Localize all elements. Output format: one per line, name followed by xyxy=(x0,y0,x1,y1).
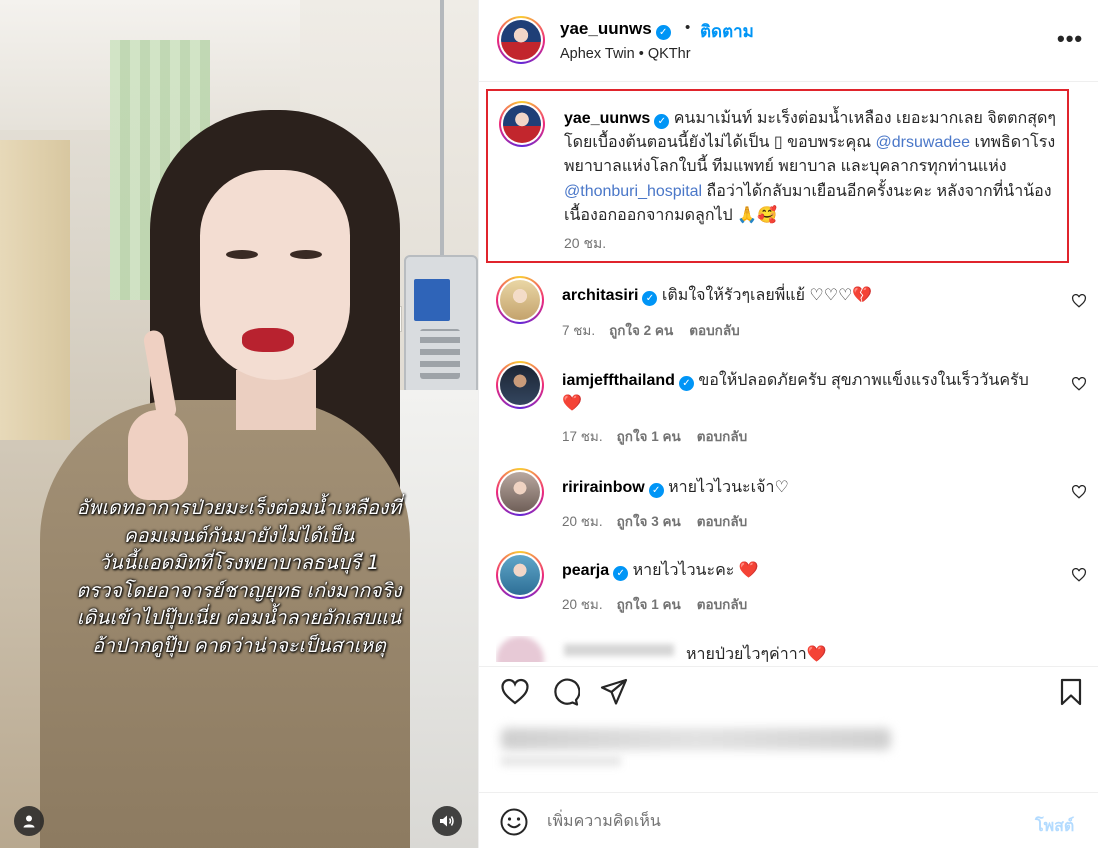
tagged-users-button[interactable] xyxy=(14,806,44,836)
likes-summary-blurred xyxy=(501,728,891,750)
emoji-icon[interactable] xyxy=(499,807,529,837)
author-username[interactable]: yae_uunws ✓ xyxy=(560,19,671,40)
verified-icon: ✓ xyxy=(642,291,658,306)
pump-screen xyxy=(414,279,450,321)
reply-button[interactable]: ตอบกลับ xyxy=(697,429,747,444)
comment-likes[interactable]: ถูกใจ 3 คน xyxy=(617,514,681,529)
comment-username[interactable]: ririrainbow xyxy=(562,479,645,496)
avatar[interactable] xyxy=(496,468,544,516)
heart-icon[interactable] xyxy=(1071,294,1087,308)
bookmark-icon[interactable] xyxy=(1056,677,1086,707)
person-lips xyxy=(242,328,294,352)
action-bar xyxy=(479,666,1098,718)
avatar[interactable] xyxy=(499,101,545,147)
heart-icon[interactable] xyxy=(1071,377,1087,391)
heart-icon[interactable] xyxy=(1071,568,1087,582)
heart-icon[interactable] xyxy=(500,677,530,707)
iv-pole xyxy=(440,0,444,260)
separator-dot: • xyxy=(685,19,691,36)
comment-text: architasiri ✓ เติมใจให้รัวๆเลยพี่แย้ ♡♡♡💔 xyxy=(562,287,873,306)
avatar[interactable] xyxy=(496,551,544,599)
verified-icon: ✓ xyxy=(678,376,694,391)
avatar xyxy=(496,636,544,662)
person-eye xyxy=(290,250,322,259)
comment-time[interactable]: 20 ชม. xyxy=(562,597,603,612)
follow-button[interactable]: ติดตาม xyxy=(700,18,754,45)
avatar[interactable] xyxy=(496,276,544,324)
comment-item-partial: หายป่วยไวๆค่าาา❤️ xyxy=(496,636,1076,662)
post-media[interactable]: อัพเดทอาการป่วยมะเร็งต่อมน้ำเหลืองที่ คอ… xyxy=(0,0,478,848)
post-details-panel: yae_uunws ✓ • ติดตาม Aphex Twin • QKThr •… xyxy=(478,0,1098,848)
person-eye xyxy=(226,250,258,259)
comment-meta: 17 ชม. ถูกใจ 1 คน ตอบกลับ xyxy=(562,425,763,447)
verified-icon: ✓ xyxy=(613,566,629,581)
comment-likes[interactable]: ถูกใจ 1 คน xyxy=(617,429,681,444)
caption-text: yae_uunws ✓ คนมาเม้นท์ มะเร็งต่อมน้ำเหลือ… xyxy=(564,110,1056,224)
comment-meta: 7 ชม. ถูกใจ 2 คน ตอบกลับ xyxy=(562,319,756,341)
comment-meta: 20 ชม. ถูกใจ 1 คน ตอบกลับ xyxy=(562,593,763,615)
mention-link[interactable]: @thonburi_hospital xyxy=(564,183,702,200)
comment-time[interactable]: 17 ชม. xyxy=(562,429,603,444)
post-header: yae_uunws ✓ • ติดตาม Aphex Twin • QKThr •… xyxy=(479,0,1098,82)
caption-username[interactable]: yae_uunws xyxy=(564,110,650,127)
verified-icon: ✓ xyxy=(654,114,670,129)
comment-text: ririrainbow ✓ หายไวไวนะเจ้า♡ xyxy=(562,479,789,498)
video-caption: อัพเดทอาการป่วยมะเร็งต่อมน้ำเหลืองที่ คอ… xyxy=(76,496,402,657)
comment-meta: 20 ชม. ถูกใจ 3 คน ตอบกลับ xyxy=(562,510,763,532)
add-comment-bar: โพสต์ xyxy=(479,792,1098,848)
audio-attribution[interactable]: Aphex Twin • QKThr xyxy=(560,46,691,62)
comment-time[interactable]: 20 ชม. xyxy=(562,514,603,529)
blurred-username xyxy=(564,644,674,656)
comment-username[interactable]: iamjeffthailand xyxy=(562,372,675,389)
verified-icon: ✓ xyxy=(648,483,664,498)
person-icon xyxy=(23,815,35,828)
post-caption: yae_uunws ✓ คนมาเม้นท์ มะเร็งต่อมน้ำเหลือ… xyxy=(486,89,1069,263)
reply-button[interactable]: ตอบกลับ xyxy=(697,597,747,612)
mention-link[interactable]: @drsuwadee xyxy=(876,134,971,151)
comment-text: iamjeffthailand ✓ ขอให้ปลอดภัยครับ สุขภาพ… xyxy=(562,372,1029,412)
comment-username[interactable]: architasiri xyxy=(562,287,638,304)
comment-username[interactable]: pearja xyxy=(562,562,609,579)
avatar[interactable] xyxy=(497,16,545,64)
door xyxy=(0,140,70,440)
verified-icon: ✓ xyxy=(655,25,671,40)
share-icon[interactable] xyxy=(599,677,629,707)
reply-button[interactable]: ตอบกลับ xyxy=(697,514,747,529)
post-comment-button[interactable]: โพสต์ xyxy=(1035,814,1074,839)
pump-keypad xyxy=(420,329,460,379)
person-hand xyxy=(128,410,188,500)
speaker-icon xyxy=(440,815,454,827)
comment-input[interactable] xyxy=(547,807,1017,837)
comment-time[interactable]: 7 ชม. xyxy=(562,323,595,338)
comment-likes[interactable]: ถูกใจ 1 คน xyxy=(617,597,681,612)
comment-text: หายป่วยไวๆค่าาา❤️ xyxy=(686,646,827,662)
avatar[interactable] xyxy=(496,361,544,409)
comment-icon[interactable] xyxy=(550,677,580,707)
reply-button[interactable]: ตอบกลับ xyxy=(689,323,739,338)
comment-likes[interactable]: ถูกใจ 2 คน xyxy=(609,323,673,338)
infusion-pump xyxy=(404,255,478,395)
heart-icon[interactable] xyxy=(1071,485,1087,499)
post-date-blurred xyxy=(501,756,621,766)
more-options-icon[interactable]: ••• xyxy=(1057,26,1083,52)
comment-text: pearja ✓ หายไวไวนะคะ ❤️ xyxy=(562,562,759,581)
caption-timestamp[interactable]: 20 ชม. xyxy=(564,233,606,255)
audio-toggle-button[interactable] xyxy=(432,806,462,836)
